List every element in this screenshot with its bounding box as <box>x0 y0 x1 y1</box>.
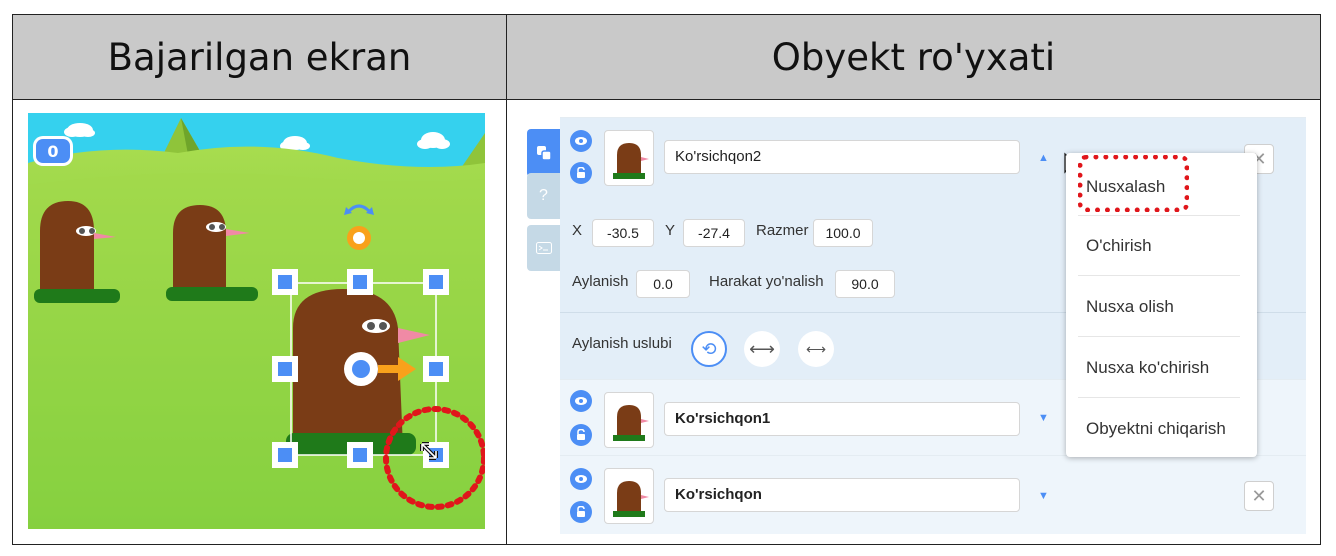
object-name-input[interactable]: Ko'rsichqon <box>664 478 1020 512</box>
side-tabs: ? <box>527 117 560 533</box>
lock-icon[interactable] <box>570 424 592 446</box>
menu-item-duplicate[interactable]: Nusxa olish <box>1066 277 1257 337</box>
stage-scene <box>28 113 485 529</box>
direction-label: Harakat yo'nalish <box>709 273 824 290</box>
expand-arrow-icon[interactable]: ▼ <box>1038 490 1049 502</box>
x-label: X <box>572 222 583 239</box>
rotate-none-button[interactable]: ⟷ <box>798 331 834 367</box>
tab-help[interactable]: ? <box>527 173 560 219</box>
menu-separator <box>1078 336 1240 337</box>
x-input[interactable]: -30.5 <box>592 219 654 247</box>
console-icon <box>535 242 552 254</box>
visibility-eye-icon[interactable] <box>570 390 592 412</box>
object-name-input[interactable]: Ko'rsichqon2 <box>664 140 1020 174</box>
object-thumbnail <box>604 130 654 186</box>
no-rotate-icon: ⟷ <box>805 340 827 357</box>
header-object-list: Obyekt ro'yxati <box>507 15 1320 99</box>
object-thumbnail <box>604 468 654 524</box>
help-icon: ? <box>539 187 548 204</box>
y-label: Y <box>665 222 676 239</box>
stage-canvas[interactable]: 0 <box>28 113 485 529</box>
rotate-free-icon: ⟲ <box>701 338 717 359</box>
visibility-eye-icon[interactable] <box>570 130 592 152</box>
flip-horizontal-icon: ⟷ <box>749 338 775 359</box>
objects-tab-icon <box>536 146 552 161</box>
menu-item-delete[interactable]: O'chirish <box>1066 216 1257 276</box>
object-row[interactable]: Ko'rsichqon ▼ ✕ <box>560 455 1306 534</box>
rotation-label: Aylanish <box>572 273 629 290</box>
rotation-input[interactable]: 0.0 <box>636 270 690 298</box>
lock-icon[interactable] <box>570 501 592 523</box>
size-input[interactable]: 100.0 <box>813 219 873 247</box>
object-name-input[interactable]: Ko'rsichqon1 <box>664 402 1020 436</box>
column-divider <box>506 15 507 544</box>
visibility-eye-icon[interactable] <box>570 468 592 490</box>
row-divider <box>13 99 1320 100</box>
rotate-horizontal-button[interactable]: ⟷ <box>744 331 780 367</box>
rotate-free-button[interactable]: ⟲ <box>691 331 727 367</box>
size-label: Razmer <box>756 222 809 239</box>
highlight-box <box>1078 155 1189 212</box>
header-executed-screen: Bajarilgan ekran <box>13 15 506 99</box>
object-thumbnail <box>604 392 654 448</box>
score-counter: 0 <box>36 139 70 163</box>
direction-input[interactable]: 90.0 <box>835 270 895 298</box>
delete-object-button[interactable]: ✕ <box>1244 481 1274 511</box>
menu-item-export[interactable]: Obyektni chiqarish <box>1066 399 1257 459</box>
rotation-style-label: Aylanish uslubi <box>572 335 672 352</box>
menu-separator <box>1078 275 1240 276</box>
menu-separator <box>1078 397 1240 398</box>
y-input[interactable]: -27.4 <box>683 219 745 247</box>
tab-console[interactable] <box>527 225 560 271</box>
tab-objects[interactable] <box>527 129 560 177</box>
menu-item-paste[interactable]: Nusxa ko'chirish <box>1066 338 1257 398</box>
expand-arrow-icon[interactable]: ▼ <box>1038 412 1049 424</box>
lock-icon[interactable] <box>570 162 592 184</box>
collapse-arrow-icon[interactable]: ▲ <box>1038 152 1049 164</box>
